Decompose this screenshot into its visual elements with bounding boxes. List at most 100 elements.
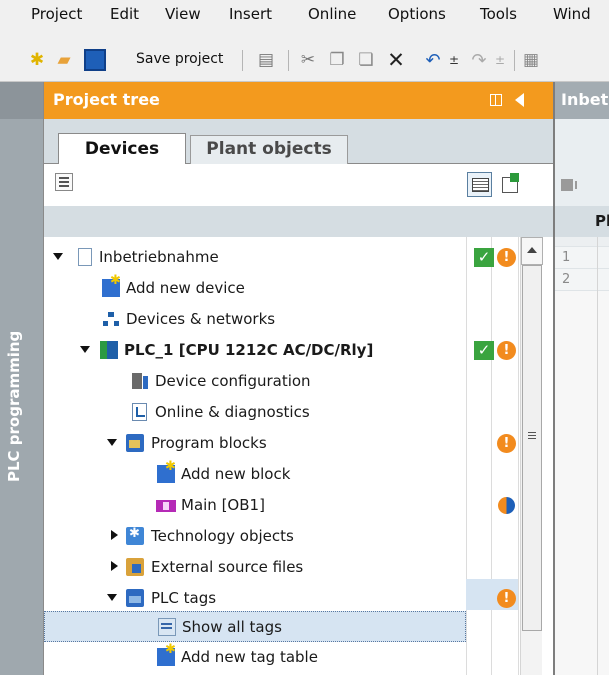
warning-status-icon: ! [497,341,516,360]
main-toolbar: ✱ ▰ Save project ▤ ✂ ❐ ❏ ✕ ↶ ± ↷ ± ▦ [0,38,609,82]
expand-arrow-icon[interactable] [111,530,118,540]
tree-item-devices-networks[interactable]: Devices & networks [44,304,466,335]
tree-item-label: External source files [151,558,304,576]
undo-icon[interactable]: ↶ [422,49,444,71]
plc-programming-label[interactable]: PLC programming [5,331,23,482]
tree-item-plc-1[interactable]: PLC_1 [CPU 1212C AC/DC/Rly] ✓ ! [44,335,516,366]
device-config-icon [131,372,149,390]
editor-row[interactable]: 1 [555,247,609,269]
copy-icon[interactable]: ❐ [326,49,348,71]
tree-column-header [44,206,554,237]
tags-folder-icon [126,589,144,607]
save-icon[interactable] [84,49,106,71]
project-tree-panel: Project tree Devices Plant objects Inbet… [43,82,554,675]
ok-status-icon: ✓ [474,341,494,360]
tree-item-external-source-files[interactable]: External source files [44,552,466,583]
tree-item-label: Show all tags [182,618,282,636]
add-device-icon [102,273,121,297]
network-icon [102,310,120,328]
editor-empty-area [555,291,609,675]
warning-status-icon: ! [497,248,516,267]
technology-icon [126,526,144,545]
menu-bar: Project Edit View Insert Online Options … [0,0,609,38]
warning-status-icon: ! [497,589,516,608]
delete-icon[interactable]: ✕ [385,48,407,72]
external-files-icon [126,558,144,576]
tab-devices[interactable]: Devices [58,133,186,165]
side-strip-header [0,82,43,119]
scroll-up-icon[interactable] [521,237,543,265]
folder-icon [126,434,144,452]
paste-icon[interactable]: ❏ [355,49,377,71]
tree-toolbar [44,164,554,206]
expand-arrow-icon[interactable] [80,346,90,353]
toolbar-separator [288,50,289,71]
tree-item-add-new-block[interactable]: Add new block [44,459,466,490]
tree-item-label: Technology objects [151,527,294,545]
tree-item-label: PLC tags [151,589,217,607]
menu-tools[interactable]: Tools [480,5,517,23]
show-tags-icon [158,618,176,636]
editor-title: Inbet [561,90,609,109]
ob-icon [156,500,176,512]
tree-item-project[interactable]: Inbetriebnahme ✓ ! [44,242,516,273]
project-tree-header: Project tree [44,82,554,119]
row-number: 2 [562,272,571,287]
partial-status-icon [498,497,515,514]
collapse-panel-icon[interactable] [515,93,524,107]
tree-item-add-new-tag-table[interactable]: Add new tag table [44,642,466,673]
add-to-tree-icon[interactable] [500,173,520,193]
editor-column-label: Pl [595,212,609,230]
tree-item-technology-objects[interactable]: Technology objects [44,521,466,552]
redo-icon[interactable]: ↷ [468,49,490,71]
project-tree-title: Project tree [53,90,160,109]
tab-plant-objects[interactable]: Plant objects [190,135,348,164]
cut-icon[interactable]: ✂ [297,49,319,71]
toolbar-separator [242,50,243,71]
compile-icon[interactable]: ▦ [520,49,542,71]
toolbar-separator [514,50,515,71]
open-project-icon[interactable]: ▰ [53,49,75,71]
tree-item-label: Add new tag table [181,648,318,666]
editor-row[interactable]: 2 [555,269,609,291]
tree-item-show-all-tags[interactable]: Show all tags [44,611,466,642]
tree-item-main-ob1[interactable]: Main [OB1] [44,490,515,521]
menu-online[interactable]: Online [308,5,356,23]
tree-item-label: Devices & networks [126,310,276,328]
redo-dropdown-icon[interactable]: ± [489,49,511,71]
expand-arrow-icon[interactable] [107,439,117,446]
menu-insert[interactable]: Insert [229,5,272,23]
tree-overview-icon[interactable] [55,173,73,191]
menu-project[interactable]: Project [31,5,82,23]
expand-arrow-icon[interactable] [111,561,118,571]
tree-item-label: PLC_1 [CPU 1212C AC/DC/Rly] [124,341,374,359]
plc-icon [100,341,118,359]
save-project-button[interactable]: Save project [136,51,223,67]
menu-window[interactable]: Wind [553,5,591,23]
menu-view[interactable]: View [165,5,201,23]
menu-edit[interactable]: Edit [110,5,139,23]
tree-item-plc-tags[interactable]: PLC tags ! [44,583,516,614]
warning-status-icon: ! [497,434,516,453]
tree-item-label: Inbetriebnahme [99,248,219,266]
menu-options[interactable]: Options [388,5,446,23]
tree-item-online-diagnostics[interactable]: Online & diagnostics [44,397,466,428]
print-icon[interactable]: ▤ [255,49,277,71]
expand-arrow-icon[interactable] [53,253,63,260]
tree-item-program-blocks[interactable]: Program blocks ! [44,428,516,459]
tree-item-add-new-device[interactable]: Add new device [44,273,466,304]
editor-column-divider [597,237,598,675]
tree-item-label: Online & diagnostics [155,403,310,421]
editor-toolbar-icon[interactable] [561,178,581,192]
tree-item-device-configuration[interactable]: Device configuration [44,366,466,397]
side-strip: PLC programming [0,82,43,675]
maximize-icon[interactable] [490,94,502,106]
detail-view-toggle-icon[interactable] [467,172,492,197]
add-tag-table-icon [157,642,176,666]
undo-dropdown-icon[interactable]: ± [443,49,465,71]
scroll-thumb[interactable] [522,265,542,631]
expand-arrow-icon[interactable] [107,594,117,601]
tree-scrollbar[interactable] [520,237,543,675]
editor-panel: Inbet Pl 1 2 [555,82,609,675]
new-project-icon[interactable]: ✱ [26,49,48,71]
